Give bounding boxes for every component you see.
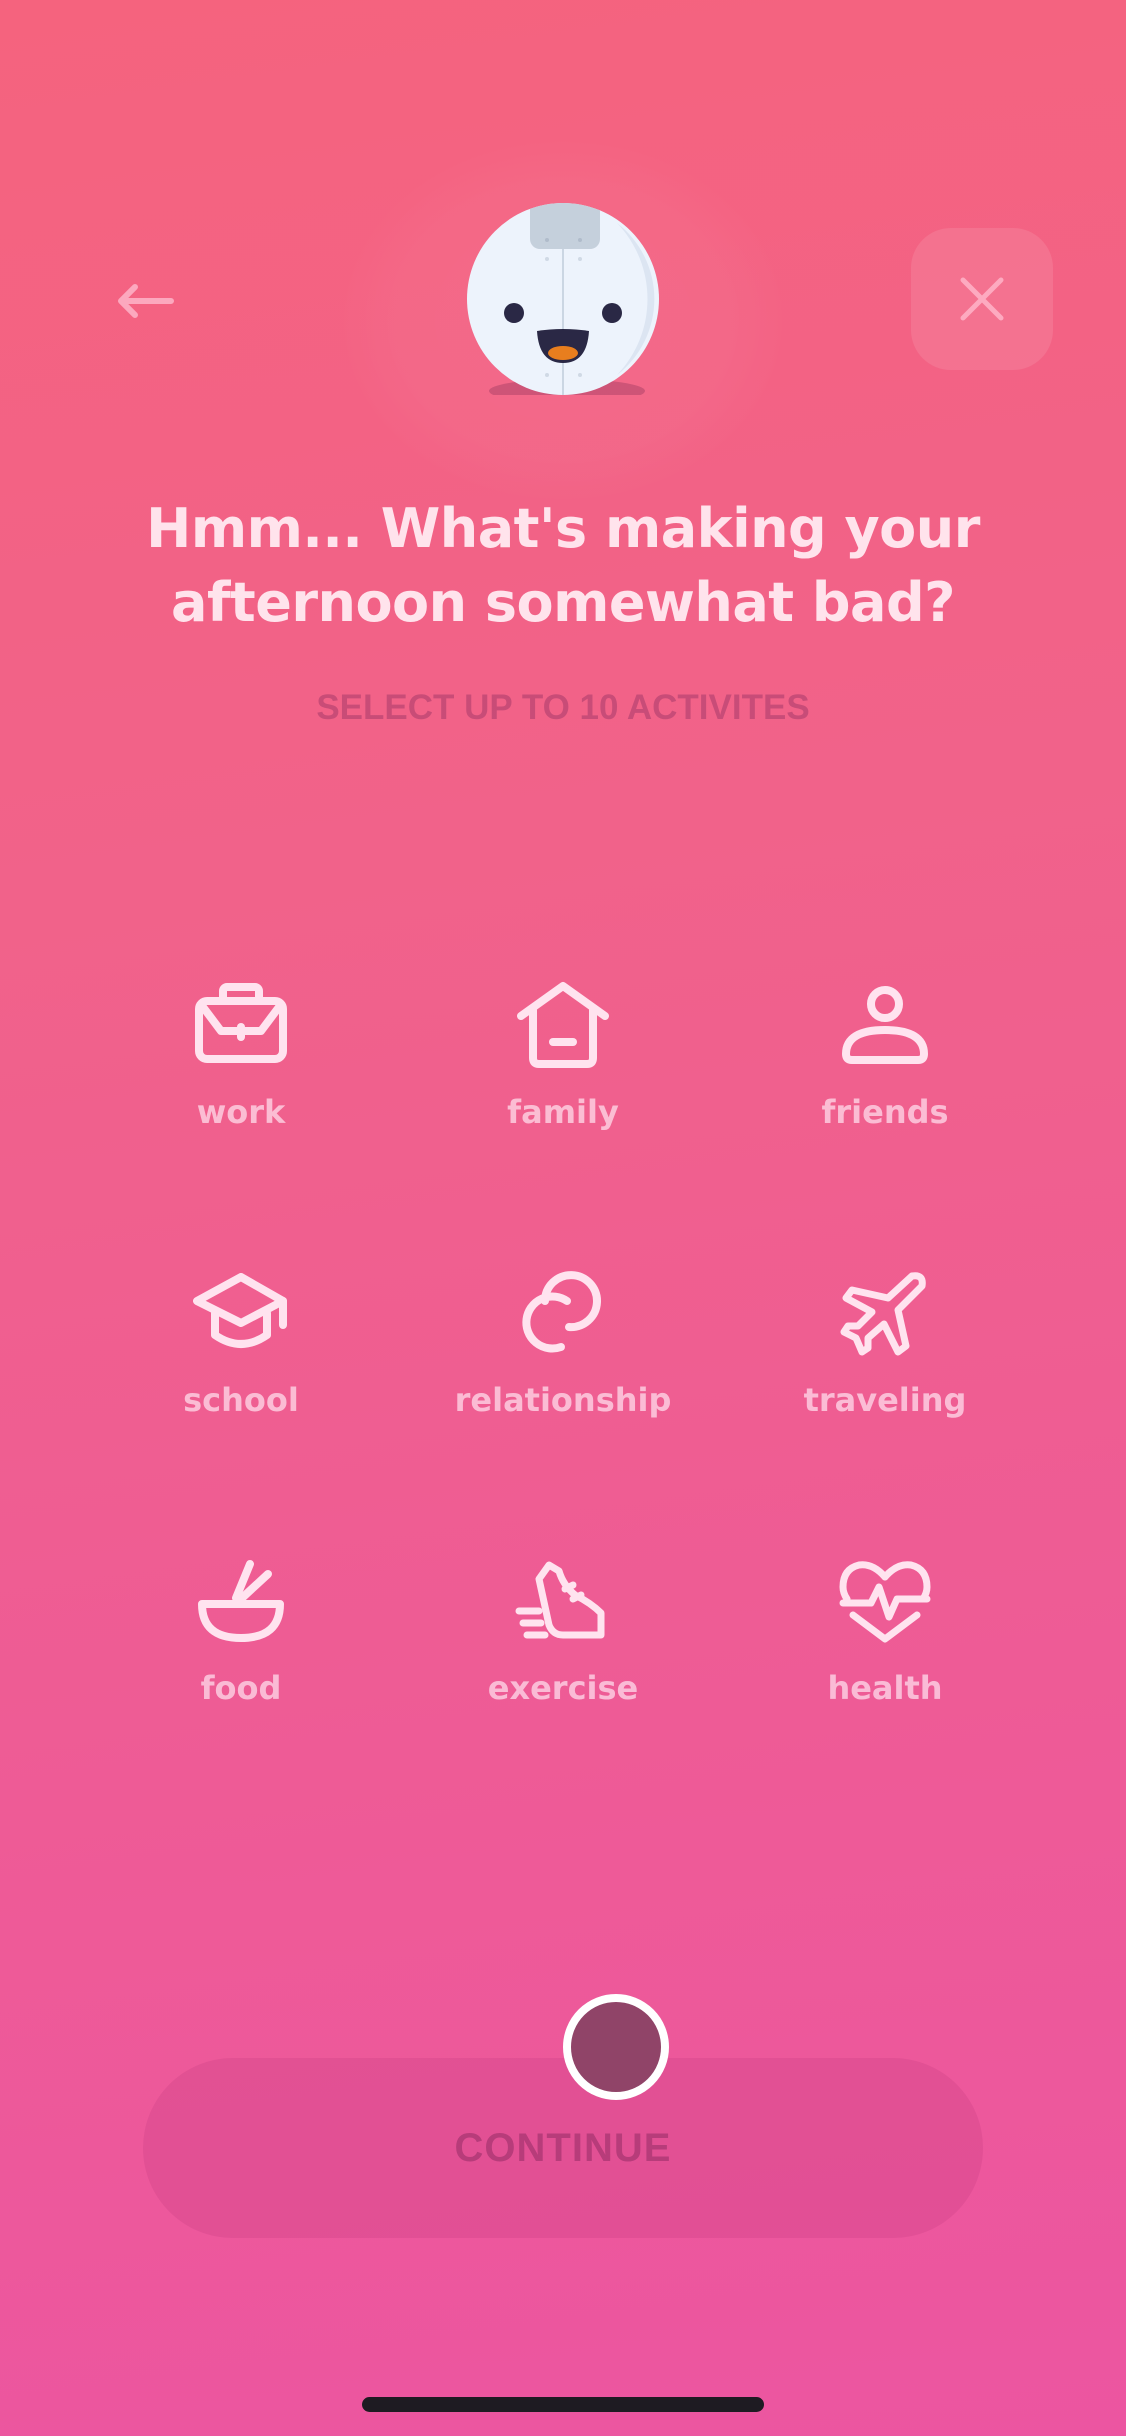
activity-label: family bbox=[507, 1093, 619, 1131]
activity-label: work bbox=[196, 1093, 286, 1131]
arrow-left-icon bbox=[118, 284, 174, 318]
page-title: Hmm... What's making your afternoon some… bbox=[80, 492, 1046, 640]
back-button[interactable] bbox=[100, 265, 190, 337]
house-icon bbox=[513, 975, 613, 1075]
continue-button[interactable]: CONTINUE bbox=[143, 2058, 983, 2238]
interlocked-rings-icon bbox=[513, 1263, 613, 1363]
activity-label: health bbox=[827, 1669, 943, 1707]
close-button[interactable] bbox=[911, 228, 1053, 370]
graduation-cap-icon bbox=[191, 1263, 291, 1363]
activity-friends[interactable]: friends bbox=[724, 975, 1046, 1165]
continue-button-label: CONTINUE bbox=[454, 2125, 672, 2170]
touch-indicator bbox=[563, 1994, 669, 2100]
running-shoe-icon bbox=[513, 1551, 613, 1651]
activity-school[interactable]: school bbox=[80, 1263, 402, 1453]
mascot-eye-left bbox=[504, 303, 524, 323]
robot-mascot-avatar bbox=[467, 203, 659, 403]
activity-traveling[interactable]: traveling bbox=[724, 1263, 1046, 1453]
activity-health[interactable]: health bbox=[724, 1551, 1046, 1741]
activity-label: exercise bbox=[487, 1669, 639, 1707]
activity-grid: work family friends school relationship … bbox=[80, 975, 1046, 1741]
briefcase-icon bbox=[191, 975, 291, 1075]
activity-label: friends bbox=[821, 1093, 949, 1131]
mascot-eye-right bbox=[602, 303, 622, 323]
heart-pulse-icon bbox=[835, 1551, 935, 1651]
airplane-icon bbox=[835, 1263, 935, 1363]
activity-label: school bbox=[183, 1381, 299, 1419]
activity-label: relationship bbox=[454, 1381, 672, 1419]
activity-label: traveling bbox=[803, 1381, 967, 1419]
activity-label: food bbox=[200, 1669, 282, 1707]
activity-exercise[interactable]: exercise bbox=[402, 1551, 724, 1741]
close-x-icon bbox=[960, 277, 1004, 321]
activity-relationship[interactable]: relationship bbox=[402, 1263, 724, 1453]
title-line-2: afternoon somewhat bad? bbox=[171, 571, 955, 634]
title-line-1: Hmm... What's making your bbox=[146, 497, 980, 560]
bowl-chopsticks-icon bbox=[191, 1551, 291, 1651]
person-icon bbox=[835, 975, 935, 1075]
activity-food[interactable]: food bbox=[80, 1551, 402, 1741]
selection-limit-hint: SELECT UP TO 10 ACTIVITES bbox=[316, 688, 810, 727]
activity-family[interactable]: family bbox=[402, 975, 724, 1165]
home-indicator[interactable] bbox=[362, 2397, 764, 2412]
activity-work[interactable]: work bbox=[80, 975, 402, 1165]
